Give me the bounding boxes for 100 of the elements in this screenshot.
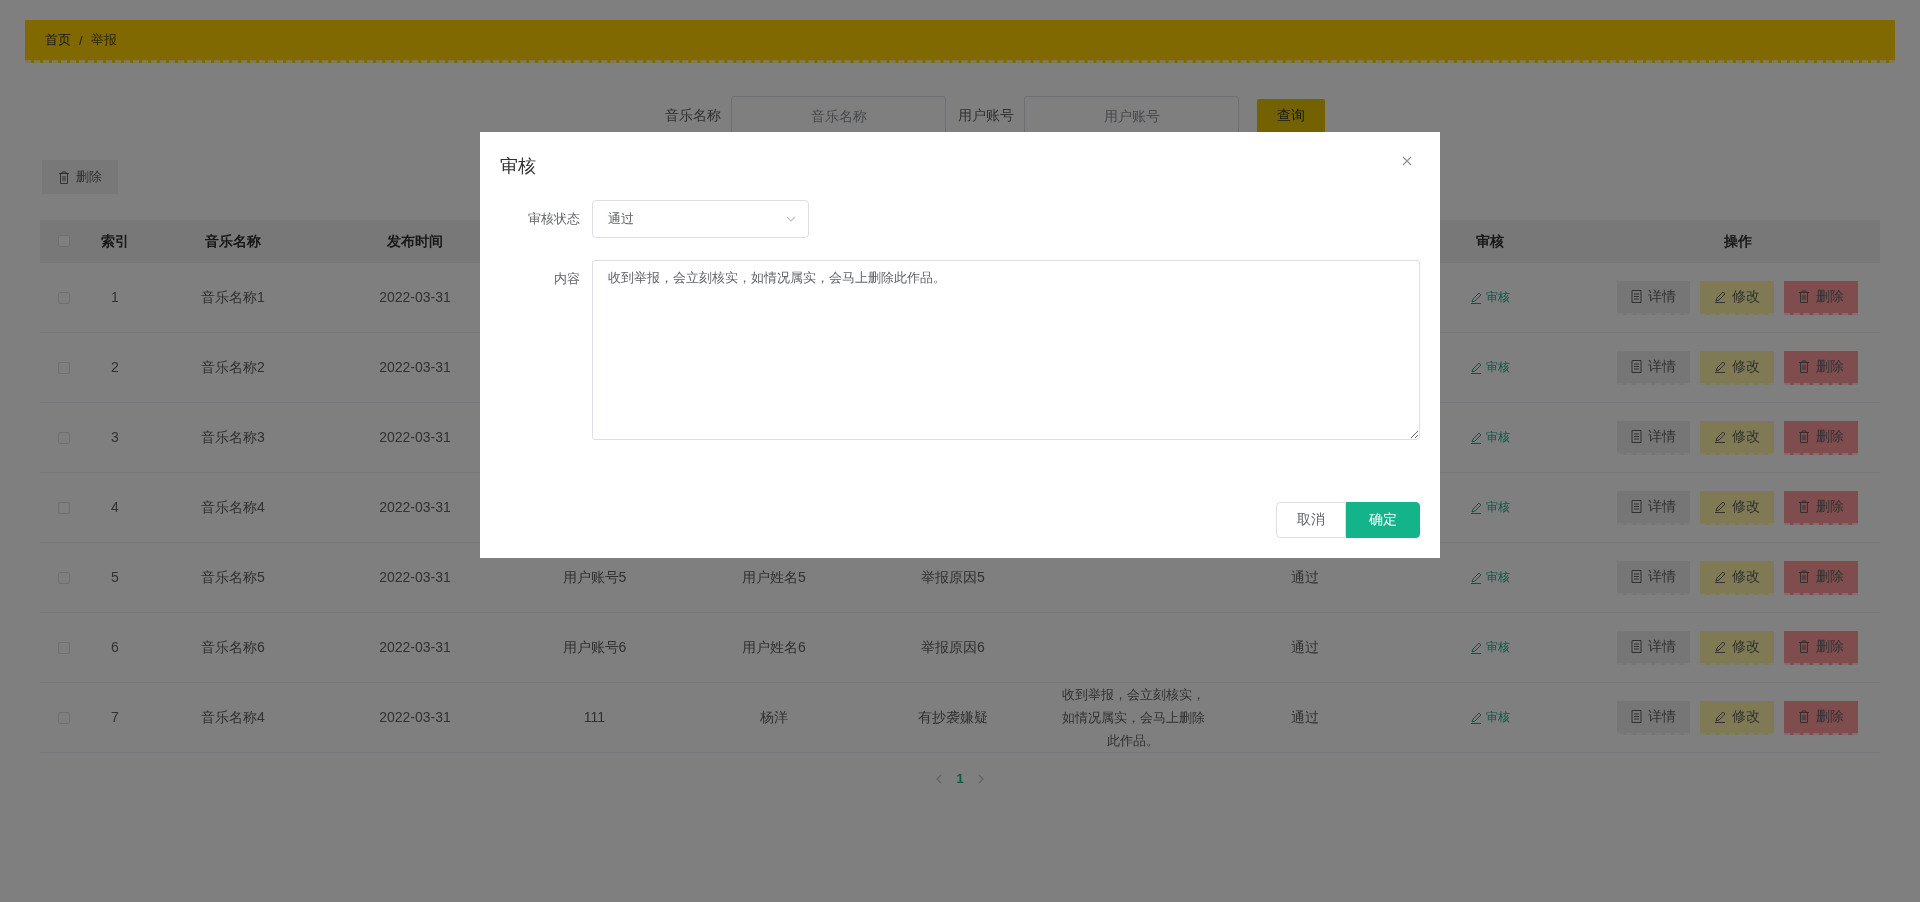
confirm-button[interactable]: 确定 (1346, 502, 1420, 538)
table-cell-text: 2022-03-31 (378, 428, 452, 447)
table-cell-text: 2022-03-31 (378, 708, 452, 727)
document-icon (1631, 430, 1642, 443)
pencil-icon (1714, 640, 1726, 653)
table-cell-text: 6 (110, 638, 120, 657)
edit-button[interactable]: 修改 (1700, 560, 1774, 595)
field-label: 用户账号 (958, 107, 1014, 125)
review-link[interactable]: 审核 (1470, 569, 1510, 586)
table-cell-text: 有抄袭嫌疑 (917, 708, 989, 727)
delete-button[interactable]: 删除 (1784, 280, 1858, 315)
document-icon (1631, 710, 1642, 723)
review-link[interactable]: 审核 (1470, 359, 1510, 376)
next-icon[interactable] (977, 773, 984, 784)
pencil-icon (1470, 431, 1482, 444)
table-cell-text: 1 (110, 288, 120, 307)
table-cell-text: 音乐名称4 (200, 498, 266, 517)
review-link[interactable]: 审核 (1470, 499, 1510, 516)
breadcrumb-separator: / (79, 32, 83, 48)
pencil-icon (1714, 360, 1726, 373)
table-cell-text: 7 (110, 708, 120, 727)
table-cell-text: 111 (582, 708, 607, 727)
pencil-icon (1470, 641, 1482, 654)
edit-button[interactable]: 修改 (1700, 350, 1774, 385)
edit-button[interactable]: 修改 (1700, 420, 1774, 455)
delete-button[interactable]: 删除 (1784, 490, 1858, 525)
table-cell-text: 用户姓名5 (741, 568, 807, 587)
details-button[interactable]: 详情 (1617, 420, 1690, 455)
breadcrumb-link[interactable]: 首页 (45, 31, 71, 49)
column-header: 发布时间 (386, 231, 444, 251)
column-header: 审核 (1475, 231, 1505, 251)
review-link[interactable]: 审核 (1470, 639, 1510, 656)
table-cell-text: 2 (110, 358, 120, 377)
document-icon (1631, 640, 1642, 653)
page-number[interactable]: 1 (956, 771, 964, 786)
review-link[interactable]: 审核 (1470, 709, 1510, 726)
details-button[interactable]: 详情 (1617, 560, 1690, 595)
table-cell-text: 音乐名称4 (200, 708, 266, 727)
table-cell-text: 通过 (1290, 638, 1320, 657)
details-button[interactable]: 详情 (1617, 280, 1690, 315)
document-icon (1631, 290, 1642, 303)
delete-button[interactable]: 删除 (42, 160, 118, 194)
chevron-down-icon (786, 216, 796, 222)
pencil-icon (1714, 710, 1726, 723)
table-cell-text: 2022-03-31 (378, 358, 452, 377)
delete-button[interactable]: 删除 (1784, 560, 1858, 595)
document-icon (1631, 570, 1642, 583)
table-cell-text: 2022-03-31 (378, 498, 452, 517)
column-header: 操作 (1722, 231, 1753, 251)
pencil-icon (1470, 571, 1482, 584)
edit-button[interactable]: 修改 (1700, 280, 1774, 315)
status-select[interactable]: 通过 (592, 200, 809, 238)
table-cell-text: 2022-03-31 (378, 638, 452, 657)
table-cell-text: 举报原因5 (920, 568, 986, 587)
content-field[interactable]: 收到举报，会立刻核实，如情况属实，会马上删除此作品。 (592, 260, 1420, 440)
document-icon (1631, 360, 1642, 373)
breadcrumb-link[interactable]: 举报 (90, 31, 117, 49)
pencil-icon (1470, 291, 1482, 304)
edit-button[interactable]: 修改 (1700, 700, 1774, 735)
pencil-icon (1714, 290, 1726, 303)
delete-button[interactable]: 删除 (1784, 700, 1858, 735)
table-cell-text: 4 (110, 498, 120, 517)
trash-icon (1798, 570, 1810, 583)
field-label: 审核状态 (527, 210, 580, 228)
field-label: 音乐名称 (665, 107, 721, 125)
table-cell-text: 用户账号5 (561, 568, 628, 587)
trash-icon (1798, 500, 1810, 513)
table-cell-text: 用户姓名6 (741, 638, 807, 657)
table-cell-text: 通过 (1290, 708, 1320, 727)
details-button[interactable]: 详情 (1617, 700, 1690, 735)
details-button[interactable]: 详情 (1617, 490, 1690, 525)
review-link[interactable]: 审核 (1470, 429, 1510, 446)
search-button[interactable]: 查询 (1257, 99, 1325, 133)
table-cell-text: 5 (110, 568, 120, 587)
delete-button[interactable]: 删除 (1784, 350, 1858, 385)
review-link[interactable]: 审核 (1470, 289, 1510, 306)
document-icon (1631, 500, 1642, 513)
field-label: 内容 (553, 270, 580, 288)
table-cell-text: 2022-03-31 (378, 288, 452, 307)
dialog-title: 审核 (500, 155, 536, 178)
edit-button[interactable]: 修改 (1700, 490, 1774, 525)
column-header: 音乐名称 (204, 231, 262, 251)
details-button[interactable]: 详情 (1617, 630, 1690, 665)
table-cell-text: 用户账号6 (561, 638, 628, 657)
table-cell-text: 音乐名称1 (200, 288, 266, 307)
pencil-icon (1470, 361, 1482, 374)
column-header: 索引 (100, 231, 130, 251)
pencil-icon (1714, 500, 1726, 513)
delete-button[interactable]: 删除 (1784, 420, 1858, 455)
close-icon[interactable] (1402, 156, 1412, 166)
details-button[interactable]: 详情 (1617, 350, 1690, 385)
cancel-button[interactable]: 取消 (1276, 502, 1346, 538)
edit-button[interactable]: 修改 (1700, 630, 1774, 665)
trash-icon (1798, 710, 1810, 723)
prev-icon[interactable] (936, 773, 943, 784)
table-cell-text: 3 (110, 428, 120, 447)
pencil-icon (1470, 711, 1482, 724)
delete-button[interactable]: 删除 (1784, 630, 1858, 665)
pencil-icon (1470, 501, 1482, 514)
table-cell-text: 音乐名称3 (200, 428, 266, 447)
